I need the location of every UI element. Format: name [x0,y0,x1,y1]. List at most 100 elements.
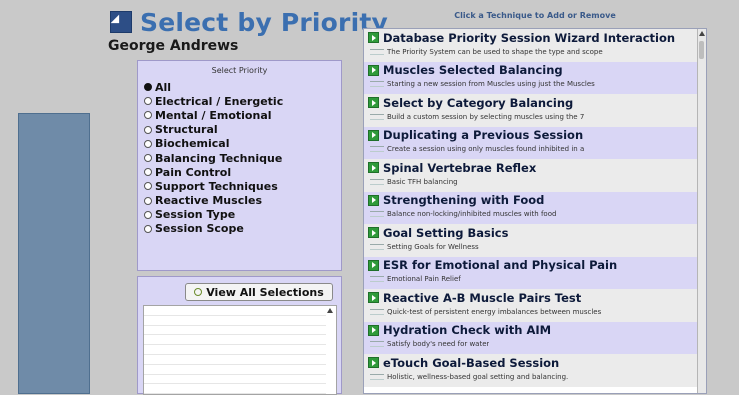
technique-description: Emotional Pain Relief [387,275,461,283]
add-technique-icon[interactable] [368,32,379,43]
priority-option[interactable]: Pain Control [144,165,283,179]
technique-description: Balance non-locking/inhibited muscles wi… [387,210,557,218]
radio-button-icon[interactable] [144,210,152,219]
technique-title: Database Priority Session Wizard Interac… [383,30,676,45]
scroll-up-icon[interactable] [327,308,333,313]
priority-option-label: Electrical / Energetic [155,94,284,108]
radio-button-icon[interactable] [144,182,152,191]
info-icon [370,276,384,282]
technique-item[interactable]: Duplicating a Previous Session Create a s… [364,126,697,159]
page-title: Select by Priority [140,7,388,37]
technique-description: Starting a new session from Muscles usin… [387,80,595,88]
technique-title: ESR for Emotional and Physical Pain [383,258,618,272]
technique-description: Basic TFH balancing [387,177,458,186]
techniques-instructions: Click a Technique to Add or Remove [454,11,616,20]
radio-button-icon[interactable] [144,97,152,106]
add-technique-icon[interactable] [368,324,379,336]
priority-option[interactable]: All [144,80,283,94]
priority-logo-icon [110,11,132,33]
technique-item[interactable]: Hydration Check with AIM Satisfy body's n… [364,321,697,354]
technique-title: eTouch Goal-Based Session [383,355,560,370]
priority-option-label: Reactive Muscles [155,194,262,208]
priority-option-label: Structural [155,123,218,137]
technique-title: Strengthening with Food [383,193,545,207]
technique-title: Goal Setting Basics [383,225,509,240]
info-icon [370,211,384,217]
technique-description: The Priority System can be used to shape… [387,47,603,56]
add-technique-icon[interactable] [368,357,379,368]
radio-button-icon[interactable] [144,168,152,177]
priority-option[interactable]: Session Scope [144,222,283,236]
technique-description: Create a session using only muscles foun… [387,145,585,153]
info-icon [370,178,384,185]
view-all-selections-label: View All Selections [206,285,324,299]
select-priority-label: Select Priority [211,66,268,75]
add-technique-icon[interactable] [368,64,379,76]
technique-item[interactable]: Spinal Vertebrae Reflex Basic TFH balanci… [364,159,697,192]
add-technique-icon[interactable] [368,194,379,206]
priority-option[interactable]: Mental / Emotional [144,108,283,122]
radio-button-icon[interactable] [144,196,152,205]
priority-option[interactable]: Biochemical [144,137,283,151]
technique-item[interactable]: Select by Category Balancing Build a cust… [364,94,697,127]
technique-description: Build a custom session by selecting musc… [387,112,585,121]
radio-button-icon[interactable] [144,154,152,163]
priority-option-label: All [155,80,172,94]
view-all-icon [194,288,203,296]
info-icon [370,373,384,380]
info-icon [370,243,384,250]
add-technique-icon[interactable] [368,162,379,173]
priority-option-label: Biochemical [155,137,230,151]
technique-title: Spinal Vertebrae Reflex [383,160,537,175]
technique-item[interactable]: Goal Setting Basics Setting Goals for Wel… [364,224,697,257]
technique-description: Holistic, wellness-based goal setting an… [387,372,569,381]
technique-item[interactable]: Muscles Selected Balancing Starting a new… [364,61,697,94]
priority-option[interactable]: Support Techniques [144,179,283,193]
techniques-scrollbar[interactable] [697,29,706,393]
technique-title: Duplicating a Previous Session [383,128,584,142]
technique-item[interactable]: eTouch Goal-Based Session Holistic, welln… [364,354,697,387]
technique-description: Quick-test of persistent energy imbalanc… [387,307,602,316]
priority-option[interactable]: Structural [144,123,283,137]
radio-button-icon[interactable] [144,139,152,148]
technique-item[interactable]: Strengthening with Food Balance non-locki… [364,191,697,224]
radio-button-icon[interactable] [144,224,152,233]
technique-description: Satisfy body's need for water [387,340,490,348]
priority-radio-group: All Electrical / Energetic Mental / Emotio… [144,80,283,236]
add-technique-icon[interactable] [368,129,379,141]
info-icon [370,113,384,120]
info-icon [370,308,384,315]
add-technique-icon[interactable] [368,227,379,238]
technique-description: Setting Goals for Wellness [387,242,479,251]
select-priority-panel: Select Priority All Electrical / Energeti… [137,60,342,271]
priority-option-label: Mental / Emotional [155,108,272,122]
info-icon [370,341,384,347]
priority-option-label: Pain Control [155,165,232,179]
scroll-up-icon[interactable] [699,31,705,36]
add-technique-icon[interactable] [368,259,379,271]
info-icon [370,81,384,87]
priority-option[interactable]: Electrical / Energetic [144,94,283,108]
user-name: George Andrews [108,38,239,54]
add-technique-icon[interactable] [368,292,379,303]
info-icon [370,146,384,152]
page-header: Select by Priority [110,7,388,37]
technique-item[interactable]: ESR for Emotional and Physical Pain Emoti… [364,256,697,289]
priority-option-label: Balancing Technique [155,151,283,165]
view-all-selections-button[interactable]: View All Selections [185,283,333,301]
scrollbar-thumb[interactable] [699,41,704,59]
add-technique-icon[interactable] [368,97,379,108]
radio-button-icon[interactable] [144,83,152,92]
selections-list[interactable] [143,305,337,395]
priority-option[interactable]: Balancing Technique [144,151,283,165]
priority-option[interactable]: Reactive Muscles [144,194,283,208]
techniques-list: Database Priority Session Wizard Interac… [363,28,707,394]
radio-button-icon[interactable] [144,111,152,120]
technique-title: Select by Category Balancing [383,95,574,110]
selections-panel: View All Selections [137,276,342,395]
priority-option[interactable]: Session Type [144,208,283,222]
technique-item[interactable]: Reactive A-B Muscle Pairs Test Quick-test… [364,289,697,322]
radio-button-icon[interactable] [144,125,152,134]
technique-item[interactable]: Database Priority Session Wizard Interac… [364,29,697,62]
info-icon [370,48,384,55]
